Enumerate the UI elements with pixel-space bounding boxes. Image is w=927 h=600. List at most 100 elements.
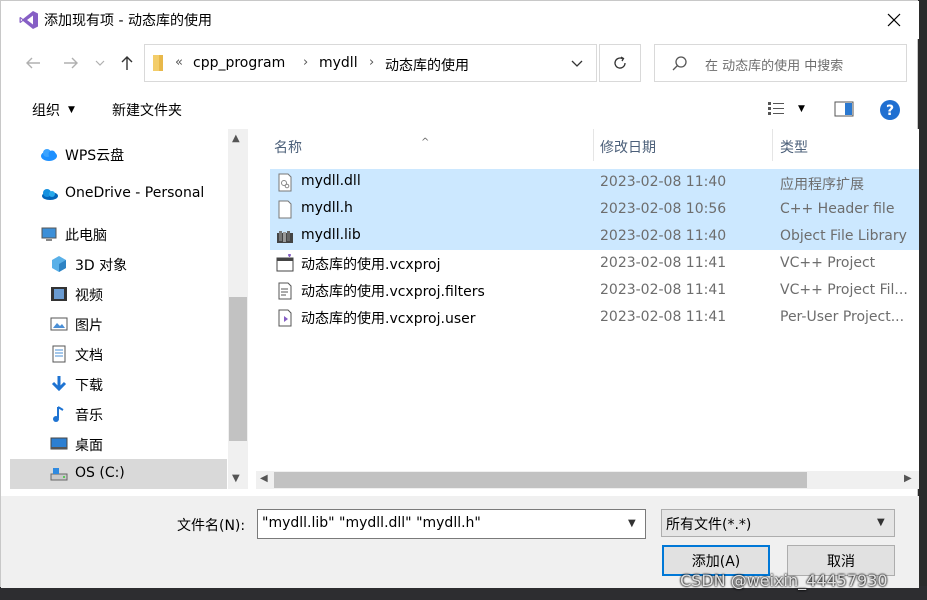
file-row[interactable]: 动态库的使用.vcxproj.filters 2023-02-08 11:41 … [270,277,919,304]
file-type: VC++ Project [780,255,876,271]
file-row[interactable]: mydll.dll 2023-02-08 11:40 应用程序扩展 [270,169,919,196]
close-button[interactable] [873,5,915,35]
breadcrumb-separator[interactable]: › [303,55,308,70]
sidebar-item-label: 图片 [75,318,103,334]
file-row[interactable]: 动态库的使用.vcxproj.user 2023-02-08 11:41 Per… [270,304,919,331]
vcxproj-file-icon [276,254,294,272]
view-options-icon[interactable] [767,101,785,117]
file-name: 动态库的使用.vcxproj.user [301,311,476,327]
sidebar-item-wps-cloud[interactable]: WPS云盘 [10,139,227,169]
sidebar-item-3d-objects[interactable]: 3D 对象 [10,249,227,279]
sidebar-item-label: 视频 [75,288,103,304]
scroll-right-icon[interactable]: ▶ [904,473,912,484]
drive-icon [50,468,68,481]
file-date: 2023-02-08 11:41 [600,255,727,271]
sidebar-scrollbar[interactable]: ▲ ▼ [228,129,248,489]
picture-icon [50,317,68,331]
refresh-button[interactable] [599,44,641,82]
command-toolbar: 组织 ▼ 新建文件夹 ▼ ? [1,91,919,127]
up-button[interactable] [115,51,139,75]
file-date: 2023-02-08 11:41 [600,309,727,325]
navigation-pane: WPS云盘 OneDrive - Personal 此电脑 3D 对象 视频 图… [10,129,248,489]
navigation-bar: « cpp_program › mydll › 动态库的使用 在 动态库的使用 … [1,41,919,85]
chevron-down-icon[interactable]: ▼ [877,517,885,528]
help-icon[interactable]: ? [879,99,901,121]
file-row[interactable]: 动态库的使用.vcxproj 2023-02-08 11:41 VC++ Pro… [270,250,919,277]
forward-button[interactable] [59,51,83,75]
sidebar-item-this-pc[interactable]: 此电脑 [10,219,227,249]
column-header-type[interactable]: 类型 [773,129,919,165]
folder-icon [153,55,163,71]
sidebar-item-downloads[interactable]: 下载 [10,369,227,399]
sidebar-item-label: 音乐 [75,408,103,424]
sort-ascending-icon: ^ [421,137,430,148]
music-icon [53,406,64,422]
file-type-filter-value: 所有文件(*.*) [666,517,752,533]
breadcrumb-mydll[interactable]: mydll [319,55,358,71]
title-bar: 添加现有项 - 动态库的使用 [1,1,919,39]
file-type-filter-select[interactable]: 所有文件(*.*) ▼ [661,509,895,537]
watermark: CSDN @weixin_44457930 [680,571,888,590]
new-folder-button[interactable]: 新建文件夹 [112,100,182,120]
address-bar[interactable]: « cpp_program › mydll › 动态库的使用 [144,44,597,82]
cloud-icon [41,149,57,161]
organize-dropdown-arrow[interactable]: ▼ [68,105,75,115]
breadcrumb-overflow[interactable]: « [175,55,183,70]
svg-text:?: ? [886,103,894,119]
back-button[interactable] [21,51,45,75]
file-date: 2023-02-08 10:56 [600,201,727,217]
search-input[interactable]: 在 动态库的使用 中搜索 [654,44,907,82]
filters-file-icon [278,282,292,300]
document-icon [52,345,66,363]
column-header-name[interactable]: 名称 ^ [256,129,593,165]
file-name: 动态库的使用.vcxproj.filters [301,284,485,300]
close-icon [887,13,901,27]
sidebar-item-desktop[interactable]: 桌面 [10,429,227,459]
breadcrumb-current-folder[interactable]: 动态库的使用 [385,55,469,75]
column-header-type-label: 类型 [780,140,808,156]
sidebar-item-onedrive[interactable]: OneDrive - Personal [10,179,227,209]
sidebar-item-label: OneDrive - Personal [65,185,205,201]
horizontal-scrollbar[interactable]: ◀ ▶ [256,471,919,489]
file-type: 应用程序扩展 [780,177,864,193]
breadcrumb-cpp-program[interactable]: cpp_program [193,55,285,71]
sidebar-item-videos[interactable]: 视频 [10,279,227,309]
sidebar-item-documents[interactable]: 文档 [10,339,227,369]
recent-locations-button[interactable] [90,51,110,75]
chevron-down-icon [95,60,105,66]
sidebar-item-pictures[interactable]: 图片 [10,309,227,339]
file-type: Per-User Project... [780,309,905,325]
breadcrumb-separator[interactable]: › [369,55,374,70]
preview-pane-icon[interactable] [834,101,854,117]
view-dropdown-arrow[interactable]: ▼ [798,104,805,114]
arrow-left-icon [26,57,40,69]
chevron-down-icon[interactable]: ▼ [628,518,636,529]
scroll-up-icon[interactable]: ▲ [232,133,240,144]
scroll-down-icon[interactable]: ▼ [232,473,240,484]
sidebar-item-label: 此电脑 [65,228,107,244]
file-name: 动态库的使用.vcxproj [301,257,441,273]
sidebar-item-label: 桌面 [75,438,103,454]
file-row[interactable]: mydll.lib 2023-02-08 11:40 Object File L… [270,223,919,250]
arrow-up-icon [121,56,133,70]
scroll-left-icon[interactable]: ◀ [260,473,268,484]
search-icon [672,56,687,71]
file-name: mydll.dll [301,173,361,189]
address-history-button[interactable] [570,55,590,75]
organize-button[interactable]: 组织 [32,100,60,120]
file-list: 名称 ^ 修改日期 类型 mydll.dll 2023-02-08 11:40 … [256,129,919,489]
horizontal-scroll-thumb[interactable] [274,472,807,488]
file-name: mydll.lib [301,227,361,243]
file-row[interactable]: mydll.h 2023-02-08 10:56 C++ Header file [270,196,919,223]
column-header-name-label: 名称 [274,140,302,156]
filename-label: 文件名(N): [177,518,246,534]
sidebar-item-label: 3D 对象 [75,258,128,274]
sidebar-item-music[interactable]: 音乐 [10,399,227,429]
sidebar-item-os-c[interactable]: OS (C:) [10,459,227,489]
sidebar-item-label: 文档 [75,348,103,364]
column-header-date[interactable]: 修改日期 [594,129,772,165]
filename-input[interactable]: "mydll.lib" "mydll.dll" "mydll.h" ▼ [257,509,646,539]
sidebar-scroll-thumb[interactable] [229,297,247,441]
dll-file-icon [278,173,292,192]
file-name: mydll.h [301,200,353,216]
